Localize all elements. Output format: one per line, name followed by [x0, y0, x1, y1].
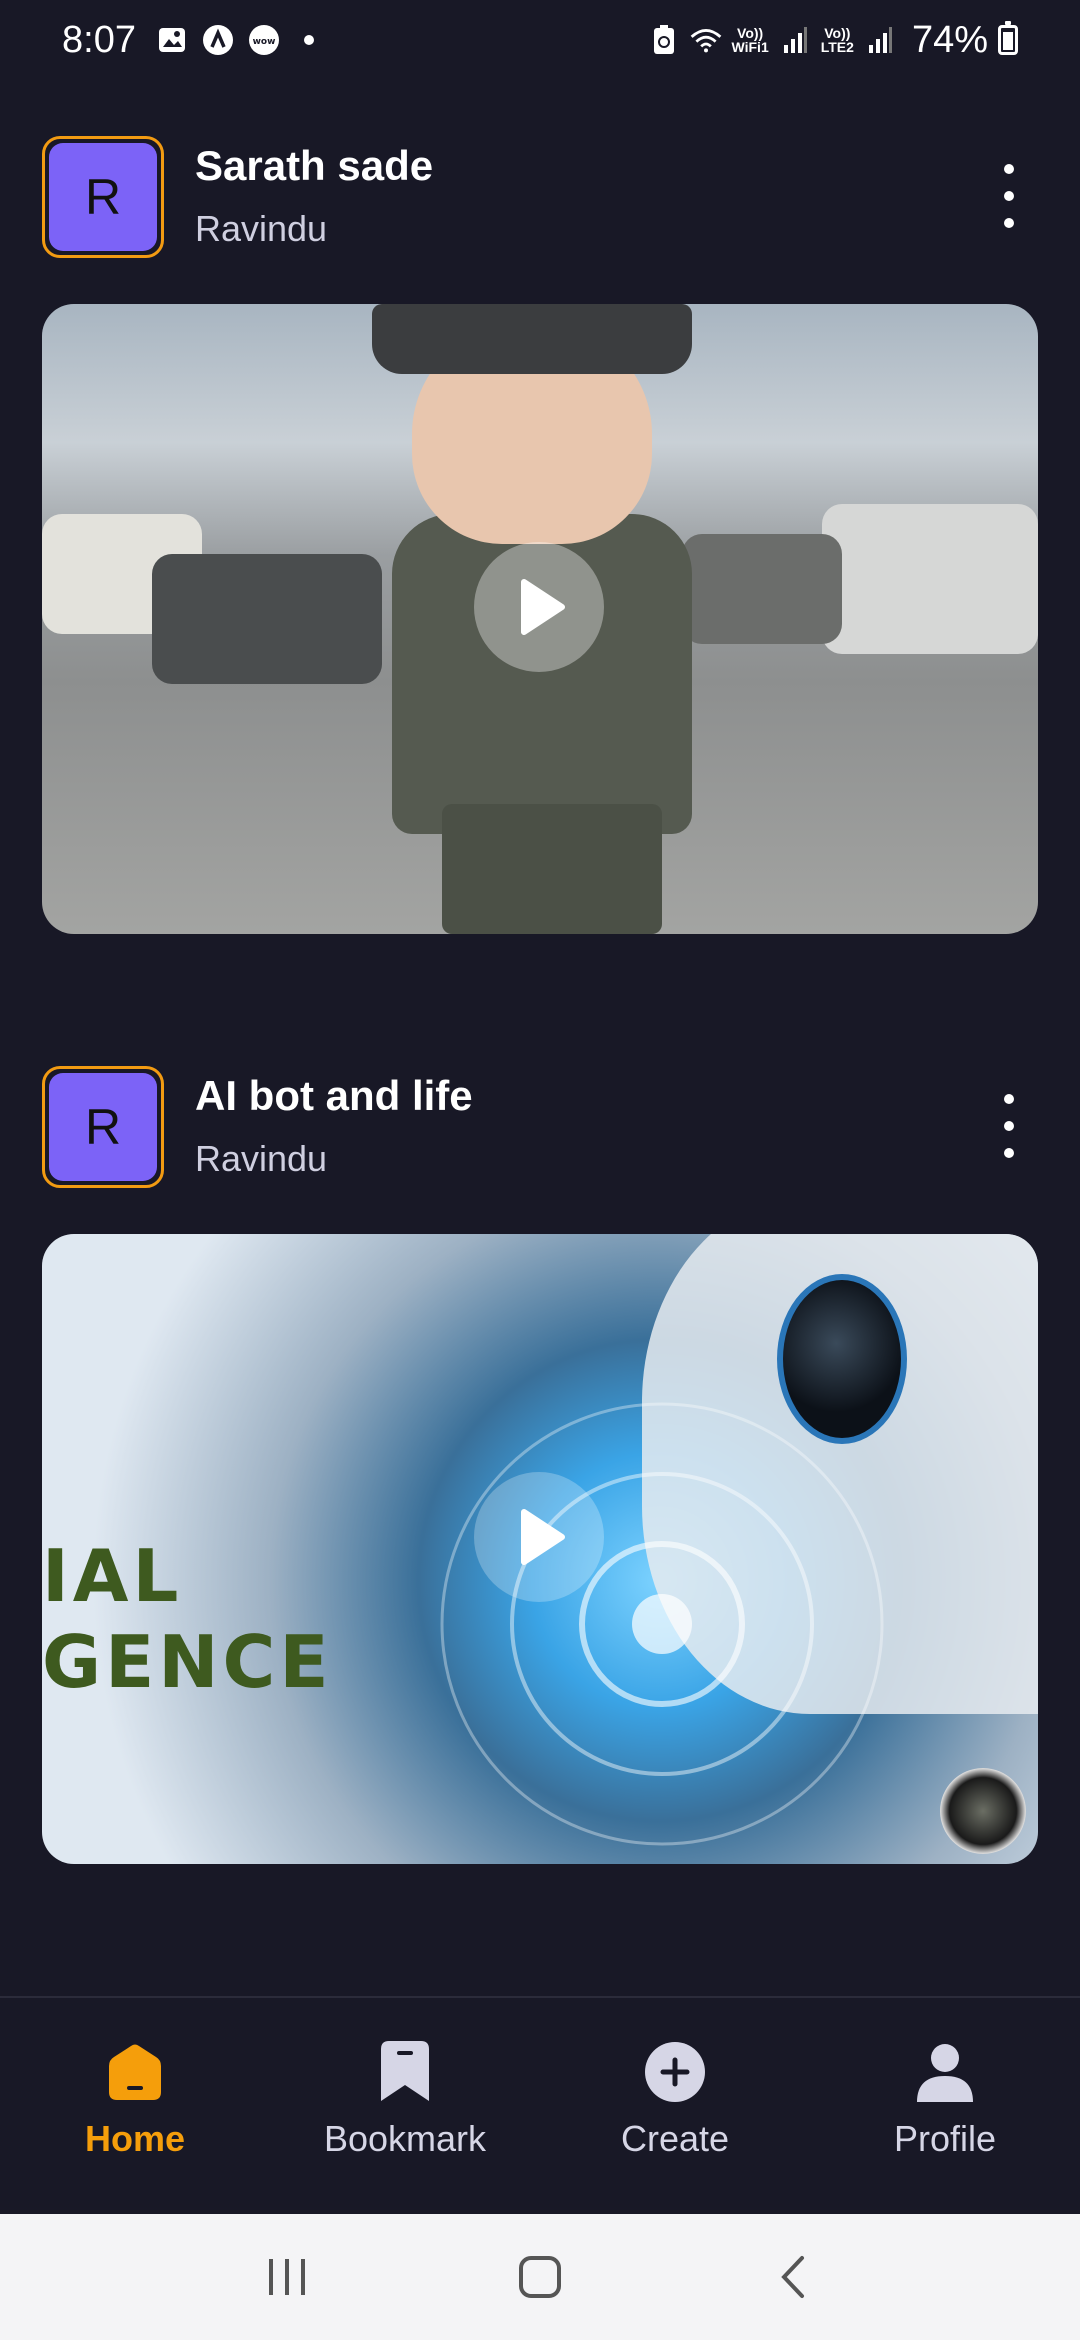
- post-author[interactable]: Ravindu: [195, 1138, 327, 1180]
- truck-image: [152, 554, 382, 684]
- dot-icon: [1004, 218, 1014, 228]
- post-card: R AI bot and life Ravindu IAL GENCE: [42, 1066, 1038, 1864]
- clock: 8:07: [62, 18, 136, 61]
- figure-legs-image: [442, 804, 662, 934]
- signal-label-1: Vo)) WiFi1: [731, 25, 769, 55]
- image-icon: [156, 24, 188, 56]
- more-options-button[interactable]: [994, 156, 1024, 236]
- post-header: R Sarath sade Ravindu: [42, 136, 1038, 258]
- bottom-navigation: Home Bookmark Create Profile: [0, 1996, 1080, 2214]
- video-thumbnail[interactable]: [42, 304, 1038, 934]
- nav-label: Bookmark: [323, 2118, 487, 2159]
- truck-image: [822, 504, 1038, 654]
- overlay-text: IAL: [42, 1534, 183, 1618]
- signal-bars-icon: [779, 24, 811, 56]
- nav-label: Create: [620, 2118, 730, 2159]
- video-thumbnail[interactable]: IAL GENCE: [42, 1234, 1038, 1864]
- signal-bars-icon: [864, 24, 896, 56]
- avatar-letter: R: [49, 143, 157, 251]
- recycle-icon: [648, 24, 680, 56]
- dot-icon: [1004, 191, 1014, 201]
- status-bar: 8:07 wow Vo)) WiFi1 Vo)) LTE2 74%: [0, 0, 1080, 80]
- battery-icon: [998, 21, 1018, 55]
- back-chevron-icon: [781, 2256, 805, 2298]
- notification-dot-icon: [303, 35, 314, 45]
- nav-label: Home: [84, 2118, 186, 2159]
- nav-bookmark[interactable]: Bookmark: [270, 1998, 540, 2214]
- dot-icon: [1004, 1094, 1014, 1104]
- avatar[interactable]: R: [42, 1066, 164, 1188]
- wow-icon: wow: [248, 24, 280, 56]
- app-a-icon: [202, 24, 234, 56]
- recent-apps-button[interactable]: [247, 2247, 327, 2307]
- bookmark-icon: [371, 2038, 439, 2106]
- play-button[interactable]: [474, 1472, 604, 1602]
- post-author[interactable]: Ravindu: [195, 208, 327, 250]
- dot-icon: [1004, 1121, 1014, 1131]
- nav-label: Profile: [893, 2118, 997, 2159]
- nav-create[interactable]: Create: [540, 1998, 810, 2214]
- wifi-icon: [690, 24, 722, 56]
- post-title[interactable]: AI bot and life: [195, 1072, 473, 1120]
- signal-label-2: Vo)) LTE2: [820, 25, 854, 55]
- dot-icon: [1004, 1148, 1014, 1158]
- tech-circle-graphic: [440, 1402, 884, 1846]
- play-button[interactable]: [474, 542, 604, 672]
- post-card: R Sarath sade Ravindu: [42, 136, 1038, 934]
- person-icon: [911, 2038, 979, 2106]
- play-icon: [521, 1509, 565, 1565]
- camera-lens-image: [940, 1768, 1026, 1854]
- truck-image: [682, 534, 842, 644]
- more-options-button[interactable]: [994, 1086, 1024, 1166]
- recent-apps-icon: [268, 2259, 305, 2295]
- system-navigation-bar: [0, 2214, 1080, 2340]
- nav-profile[interactable]: Profile: [810, 1998, 1080, 2214]
- home-icon: [101, 2038, 169, 2106]
- plus-circle-icon: [641, 2038, 709, 2106]
- back-button[interactable]: [753, 2247, 833, 2307]
- home-square-icon: [518, 2256, 561, 2298]
- avatar[interactable]: R: [42, 136, 164, 258]
- overlay-text: GENCE: [42, 1620, 333, 1704]
- dot-icon: [1004, 164, 1014, 174]
- battery-percent: 74%: [911, 18, 988, 61]
- figure-helmet-image: [372, 304, 692, 374]
- post-header: R AI bot and life Ravindu: [42, 1066, 1038, 1188]
- nav-home[interactable]: Home: [0, 1998, 270, 2214]
- play-icon: [521, 579, 565, 635]
- avatar-letter: R: [49, 1073, 157, 1181]
- svg-text:wow: wow: [253, 37, 276, 47]
- post-title[interactable]: Sarath sade: [195, 142, 433, 190]
- home-button[interactable]: [500, 2247, 580, 2307]
